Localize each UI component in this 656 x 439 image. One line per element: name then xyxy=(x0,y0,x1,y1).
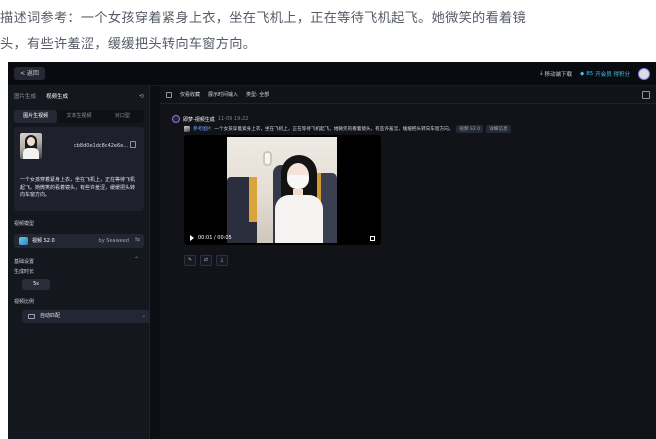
model-logo-icon xyxy=(19,237,28,245)
filter-type-dropdown[interactable]: 类型: 全部 xyxy=(246,91,269,98)
filter-bar: 仅看收藏 展示时间输入 类型: 全部 xyxy=(160,86,656,104)
fullscreen-icon[interactable] xyxy=(370,236,375,241)
details-tag[interactable]: 详细信息 xyxy=(486,125,511,133)
chevron-down-icon: ⌄ xyxy=(141,313,146,319)
main-area: 仅看收藏 展示时间输入 类型: 全部 即梦-视频生成 11-09 19:22 参… xyxy=(160,86,656,439)
sidebar-tabs: 图片生成 视频生成 ⟲ xyxy=(14,90,144,102)
favorites-checkbox[interactable] xyxy=(166,91,172,98)
aspect-ratio-icon xyxy=(28,314,35,319)
image-file-name: cb8d0e1dc8c42e6e... xyxy=(74,143,129,149)
duration-label: 生成时长 xyxy=(14,269,35,275)
mode-tab-lip-sync[interactable]: 对口型 xyxy=(101,110,144,123)
points-icon: ◆ xyxy=(580,70,585,77)
sidebar: 图片生成 视频生成 ⟲ 图片生视频 文本生视频 对口型 cb8d0e1dc8c4… xyxy=(8,86,150,439)
model-section-label: 视频模型 xyxy=(14,221,35,227)
task-meta: 参考图片 一个女孩穿着紧身上衣，坐在飞机上，正在等待飞机起飞。她微笑的看着镜头，… xyxy=(184,125,511,133)
model-selector[interactable]: 视频 S2.0 by Seaweed ⇆ xyxy=(14,234,144,248)
copy-icon[interactable] xyxy=(130,141,136,148)
avatar[interactable] xyxy=(638,67,650,80)
model-provider: by Seaweed xyxy=(98,238,129,244)
caption-line-1: 描述词参考：一个女孩穿着紧身上衣，坐在飞机上，正在等待飞机起飞。她微笑的看着镜 xyxy=(0,11,527,26)
play-icon[interactable] xyxy=(190,235,194,241)
reference-image-mini[interactable] xyxy=(184,126,190,132)
video-frame xyxy=(227,137,337,243)
model-tag: 视频 S2.0 xyxy=(456,125,484,133)
download-icon: ⤓ xyxy=(540,70,543,76)
filter-favorites[interactable]: 仅看收藏 xyxy=(180,91,200,98)
layout-toggle-icon[interactable] xyxy=(642,91,650,99)
download-result-icon[interactable]: ⤓ xyxy=(216,255,228,266)
tab-video-generation[interactable]: 视频生成 xyxy=(46,92,68,100)
download-label: 移动端下载 xyxy=(544,71,573,78)
mode-tab-text-to-video[interactable]: 文本生视频 xyxy=(57,110,100,123)
player-controls: 00:01 / 00:05 xyxy=(184,231,381,245)
video-player[interactable]: 00:01 / 00:05 xyxy=(184,135,381,245)
airplane-window xyxy=(263,151,272,166)
filter-show-time-input[interactable]: 展示时间输入 xyxy=(208,91,238,98)
switch-icon: ⇆ xyxy=(134,236,140,243)
task-title: 即梦-视频生成 xyxy=(183,116,215,123)
task-prompt: 一个女孩穿着紧身上衣，坐在飞机上，正在等待飞机起飞。她微笑的看着镜头，有些许羞涩… xyxy=(214,127,454,132)
mode-tabs: 图片生视频 文本生视频 对口型 xyxy=(14,110,144,123)
image-prompt-card[interactable]: cb8d0e1dc8c42e6e... 一个女孩穿着紧身上衣，坐在飞机上，正在等… xyxy=(14,127,144,211)
tab-image-generation[interactable]: 图片生成 xyxy=(14,92,36,100)
regenerate-icon[interactable]: ⇄ xyxy=(200,255,212,266)
app-screenshot: < 返回 ⤓ 移动端下载 ◆ 85 开会员 得积分 图片生成 视频生成 ⟲ 图片… xyxy=(8,62,656,439)
ratio-value: 自动匹配 xyxy=(40,313,61,319)
task-time: 11-09 19:22 xyxy=(217,116,249,122)
top-bar: < 返回 ⤓ 移动端下载 ◆ 85 开会员 得积分 xyxy=(8,62,656,86)
duration-option-5s[interactable]: 5s xyxy=(22,279,50,290)
reference-image-label: 参考图片 xyxy=(193,127,212,132)
reference-image-thumbnail[interactable] xyxy=(20,133,42,159)
top-bar-right: ⤓ 移动端下载 ◆ 85 开会员 得积分 xyxy=(540,67,650,80)
result-actions: ✎ ⇄ ⤓ xyxy=(184,255,228,266)
points-value: 85 xyxy=(586,70,594,77)
caption-line-2: 头，有些许羞涩，缓缓把头转向车窗方向。 xyxy=(0,37,257,52)
basic-settings-label: 基础设置 xyxy=(14,259,35,265)
history-icon[interactable]: ⟲ xyxy=(139,93,144,100)
mode-tab-image-to-video[interactable]: 图片生视频 xyxy=(14,110,58,123)
edit-icon[interactable]: ✎ xyxy=(184,255,196,266)
chevron-up-icon[interactable]: ⌃ xyxy=(134,256,139,263)
model-name: 视频 S2.0 xyxy=(32,238,55,244)
points-badge[interactable]: ◆ 85 开会员 得积分 xyxy=(580,70,630,78)
ratio-label: 视频比例 xyxy=(14,299,35,305)
mobile-download-link[interactable]: ⤓ 移动端下载 xyxy=(540,70,572,78)
prompt-textarea[interactable]: 一个女孩穿着紧身上衣，坐在飞机上，正在等待飞机起飞。她微笑的看着镜头，有些许羞涩… xyxy=(20,177,138,200)
caption: 描述词参考：一个女孩穿着紧身上衣，坐在飞机上，正在等待飞机起飞。她微笑的看着镜 … xyxy=(0,0,656,62)
vip-label: 开会员 得积分 xyxy=(595,71,630,78)
task-header: 即梦-视频生成 11-09 19:22 xyxy=(172,115,248,123)
player-time: 00:01 / 00:05 xyxy=(198,235,232,241)
back-button[interactable]: < 返回 xyxy=(14,67,45,80)
ratio-selector[interactable]: 自动匹配 ⌄ xyxy=(22,310,150,323)
task-status-icon xyxy=(172,115,180,123)
